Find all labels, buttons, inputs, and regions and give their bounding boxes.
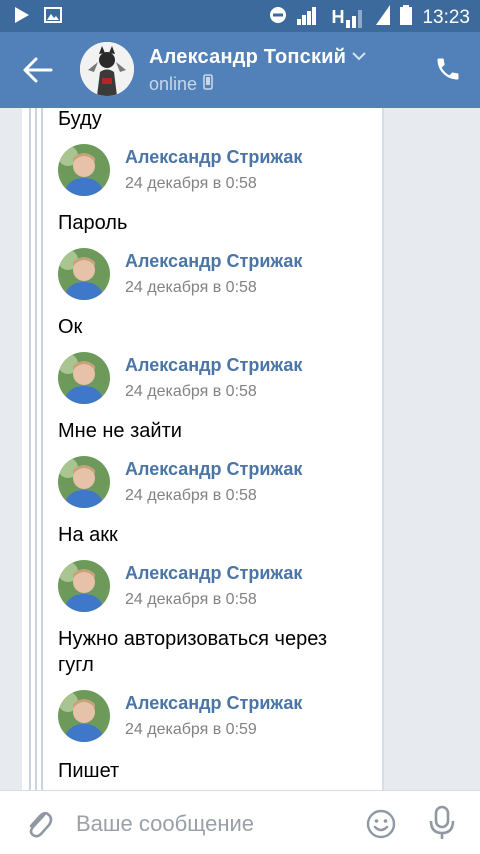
message-date: 24 декабря в 0:58 bbox=[125, 591, 257, 608]
divider bbox=[382, 108, 384, 790]
play-icon bbox=[14, 6, 30, 29]
call-button[interactable] bbox=[434, 54, 462, 84]
message-text: Нужно авторизоваться через гугл bbox=[58, 628, 328, 676]
arrow-left-icon bbox=[23, 57, 53, 83]
paperclip-icon[interactable] bbox=[24, 807, 54, 841]
message-text: Ок bbox=[58, 316, 83, 338]
chevron-down-icon[interactable] bbox=[351, 49, 367, 67]
message-input[interactable] bbox=[76, 809, 356, 839]
image-icon bbox=[44, 7, 62, 28]
message-sender[interactable]: Александр Стрижак 24 декабря в 0:58 bbox=[58, 352, 378, 408]
message-text: Пишет bbox=[58, 760, 120, 782]
avatar[interactable] bbox=[58, 352, 110, 404]
message-sender[interactable]: Александр Стрижак 24 декабря в 0:58 bbox=[58, 456, 378, 512]
clock: 13:23 bbox=[422, 6, 470, 28]
avatar[interactable] bbox=[58, 560, 110, 612]
avatar[interactable] bbox=[80, 42, 134, 96]
battery-icon bbox=[400, 5, 413, 30]
dnd-icon bbox=[269, 6, 287, 29]
divider bbox=[29, 108, 31, 790]
message-text: Мне не зайти bbox=[58, 420, 182, 442]
sender-name[interactable]: Александр Стрижак bbox=[125, 355, 302, 376]
avatar[interactable] bbox=[58, 248, 110, 300]
contact-name[interactable]: Александр Топский bbox=[149, 46, 346, 69]
message-composer bbox=[0, 790, 480, 854]
message-sender[interactable]: Александр Стрижак 24 декабря в 0:58 bbox=[58, 144, 378, 200]
mobile-icon bbox=[203, 74, 213, 95]
message-date: 24 декабря в 0:58 bbox=[125, 279, 257, 296]
avatar[interactable] bbox=[58, 456, 110, 508]
signal-2-icon bbox=[376, 5, 391, 30]
message-date: 24 декабря в 0:58 bbox=[125, 383, 257, 400]
message-sender[interactable]: Александр Стрижак 24 декабря в 0:59 bbox=[58, 690, 378, 746]
message-sender[interactable]: Александр Стрижак 24 декабря в 0:58 bbox=[58, 560, 378, 616]
message-history[interactable]: Буду Александр Стрижак 24 декабря в 0:58… bbox=[0, 108, 480, 790]
sender-name[interactable]: Александр Стрижак bbox=[125, 693, 302, 714]
chat-header: Александр Топский online bbox=[0, 32, 480, 108]
message-date: 24 декабря в 0:58 bbox=[125, 487, 257, 504]
message-date: 24 декабря в 0:58 bbox=[125, 175, 257, 192]
microphone-icon[interactable] bbox=[428, 805, 456, 841]
emoji-icon[interactable] bbox=[366, 809, 396, 839]
sender-name[interactable]: Александр Стрижак bbox=[125, 251, 302, 272]
signal-icon bbox=[297, 5, 321, 30]
message-sender[interactable]: Александр Стрижак 24 декабря в 0:58 bbox=[58, 248, 378, 304]
message-text: На акк bbox=[58, 524, 118, 546]
network-type: H bbox=[331, 7, 366, 28]
phone-icon bbox=[437, 58, 459, 80]
back-button[interactable] bbox=[22, 56, 54, 84]
avatar[interactable] bbox=[58, 690, 110, 742]
message-date: 24 декабря в 0:59 bbox=[125, 721, 257, 738]
divider bbox=[35, 108, 37, 790]
divider bbox=[41, 108, 43, 790]
sender-name[interactable]: Александр Стрижак bbox=[125, 147, 302, 168]
sender-name[interactable]: Александр Стрижак bbox=[125, 459, 302, 480]
status-label: online bbox=[149, 74, 198, 94]
message-text: Пароль bbox=[58, 212, 128, 234]
avatar[interactable] bbox=[58, 144, 110, 196]
message-text: Буду bbox=[58, 108, 102, 130]
online-status: online bbox=[149, 74, 213, 95]
sender-name[interactable]: Александр Стрижак bbox=[125, 563, 302, 584]
status-bar: H 13:23 bbox=[0, 0, 480, 32]
